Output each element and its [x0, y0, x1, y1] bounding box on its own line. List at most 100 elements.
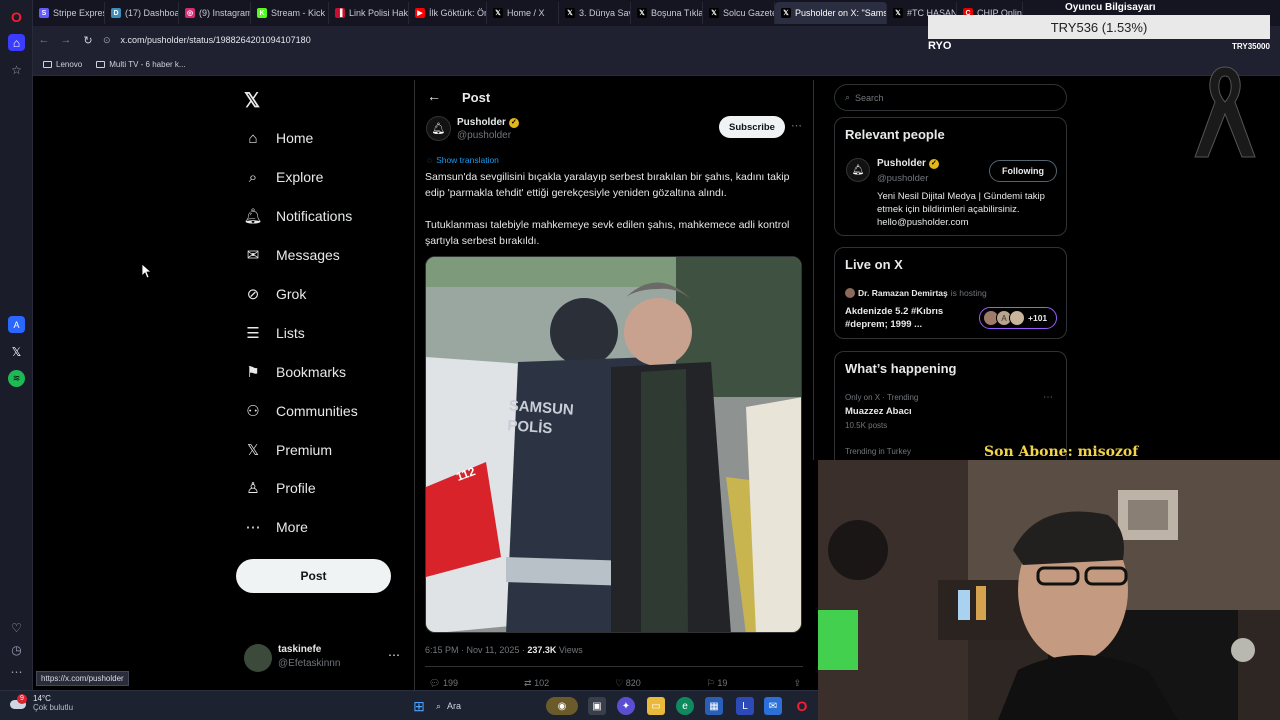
live-topic[interactable]: Akdenizde 5.2 #Kıbrıs #deprem; 1999 ...	[845, 305, 980, 331]
aria-icon[interactable]: A	[8, 316, 25, 333]
nav-label: Profile	[276, 480, 316, 496]
more-icon[interactable]: ⋯	[8, 663, 25, 680]
author-name: Pusholder	[457, 117, 506, 128]
mail-icon[interactable]: ✉	[764, 697, 782, 715]
reply-count: 199	[442, 678, 458, 688]
url-field[interactable]: x.com/pusholder/status/19882642010941071…	[121, 35, 311, 45]
search-box[interactable]: ⌕ Search	[834, 84, 1067, 111]
search-highlight-icon[interactable]: ◉	[546, 697, 578, 715]
tab-label: Stream - Kick	[271, 8, 326, 18]
like-count: 820	[625, 678, 641, 688]
trend-more-icon[interactable]: ⋯	[1043, 392, 1053, 403]
nav-bookmarks[interactable]: ⚑ Bookmarks	[244, 357, 346, 387]
app-l-icon[interactable]: L	[736, 697, 754, 715]
tab-6[interactable]: 𝕏 Home / X	[487, 2, 559, 24]
more-icon: ⋯	[245, 519, 261, 536]
tab-7[interactable]: 𝕏 3. Dünya Savaşı	[559, 2, 631, 24]
tab-4[interactable]: ▐ Link Polisi Hakk	[329, 2, 409, 24]
tab-3[interactable]: K Stream - Kick	[251, 2, 329, 24]
reload-icon[interactable]: ↻	[77, 34, 99, 47]
like-button[interactable]: ♡ 820	[615, 678, 641, 689]
page-icon	[96, 61, 106, 68]
subscribe-button[interactable]: Subscribe	[719, 116, 785, 138]
store-icon[interactable]: ▦	[705, 697, 723, 715]
live-host-row[interactable]: Dr. Ramazan Demirtaş is hosting	[845, 288, 987, 298]
tab-favicon-icon: 𝕏	[893, 8, 903, 18]
site-info-icon[interactable]: ⊙	[103, 35, 111, 46]
nav-grok[interactable]: ⊘ Grok	[244, 279, 307, 309]
windows-start-icon[interactable]: ⊞	[410, 697, 428, 715]
live-card: Live on X Dr. Ramazan Demirtaş is hostin…	[834, 247, 1067, 339]
heart-icon[interactable]: ♡	[8, 619, 25, 636]
nav-home[interactable]: ⌂ Home	[244, 123, 313, 153]
post-timestamp[interactable]: 6:15 PM · Nov 11, 2025 ·	[425, 645, 527, 655]
verified-badge-icon: ✓	[928, 158, 939, 169]
back-icon[interactable]: ←	[33, 34, 55, 46]
nav-more[interactable]: ⋯ More	[244, 512, 308, 542]
spotify-icon[interactable]: ≋	[8, 370, 25, 387]
search-label: Ara	[447, 701, 462, 711]
repost-button[interactable]: ⇄ 102	[524, 678, 549, 689]
bookmark-multitv[interactable]: Multi TV - 6 haber k...	[96, 60, 186, 69]
bell-avatar-icon[interactable]: 🔔︎	[846, 158, 870, 182]
account-switcher[interactable]: taskinefe @Efetaskinnn ⋯	[244, 642, 404, 676]
post-photo[interactable]: SAMSUN POLİS 112	[425, 256, 802, 633]
forward-icon[interactable]: →	[55, 34, 77, 46]
task-view-icon[interactable]: ▣	[588, 697, 606, 715]
nav-communities[interactable]: ⚇ Communities	[244, 396, 357, 426]
back-arrow-icon[interactable]: ←	[427, 88, 441, 104]
live-listeners[interactable]: A +101	[979, 307, 1057, 329]
copilot-icon[interactable]: ✦	[617, 697, 635, 715]
more-icon[interactable]: ⋯	[388, 648, 400, 662]
tab-favicon-icon: S	[39, 8, 49, 18]
weather-desc: Çok bulutlu	[33, 703, 74, 712]
home-icon[interactable]: ⌂	[8, 34, 25, 51]
tab-1[interactable]: D (17) Dashboard	[105, 2, 179, 24]
weather-widget[interactable]: 9 14°C Çok bulutlu	[10, 694, 73, 712]
bell-avatar-icon[interactable]: 🔔︎	[426, 116, 451, 141]
tab-8[interactable]: 𝕏 Boşuna Tıklama	[631, 2, 703, 24]
x-app-icon[interactable]: 𝕏	[8, 343, 25, 360]
translate-icon: ◌	[427, 155, 433, 165]
tab-2[interactable]: ◎ (9) Instagram	[179, 2, 251, 24]
search-icon: ⌕	[845, 92, 851, 102]
profile-icon: ♙	[246, 480, 260, 497]
nav-profile[interactable]: ♙ Profile	[244, 473, 316, 503]
star-icon[interactable]: ☆	[8, 61, 25, 78]
tab-5[interactable]: ▶ İlk Göktürk: Ön	[409, 2, 487, 24]
file-explorer-icon[interactable]: ▭	[647, 697, 665, 715]
opera-taskbar-icon[interactable]: O	[793, 697, 811, 715]
relevant-title: Relevant people	[845, 127, 945, 142]
post-button[interactable]: Post	[236, 559, 391, 593]
share-icon[interactable]: ⇪	[793, 678, 801, 689]
edge-icon[interactable]: e	[676, 697, 694, 715]
rp-name-row[interactable]: Pusholder ✓	[877, 158, 939, 169]
show-translation-link[interactable]: ◌ Show translation	[427, 155, 499, 165]
taskbar-search[interactable]: ⌕ Ara	[436, 697, 538, 715]
nav-premium[interactable]: 𝕏 Premium	[244, 435, 332, 465]
following-button[interactable]: Following	[989, 160, 1057, 182]
bookmark-count: 19	[717, 678, 728, 688]
author-name-row[interactable]: Pusholder ✓	[457, 117, 519, 128]
tab-10[interactable]: 𝕏 Pusholder on X: "Samsun	[775, 2, 887, 24]
tab-label: (17) Dashboard	[125, 8, 178, 18]
nav-notifications[interactable]: 🔔︎ Notifications	[243, 201, 352, 231]
tab-label: Link Polisi Hakk	[349, 8, 409, 18]
reply-button[interactable]: 💬︎ 199	[429, 678, 458, 689]
opera-logo-icon[interactable]: O	[8, 8, 25, 25]
tab-0[interactable]: S Stripe Express	[33, 2, 105, 24]
rp-handle: @pusholder	[877, 173, 929, 184]
tab-label: 3. Dünya Savaşı	[579, 8, 630, 18]
nav-messages[interactable]: ✉ Messages	[244, 240, 340, 270]
trend-name[interactable]: Muazzez Abacı	[845, 406, 912, 417]
post-text-2: Tutuklanması talebiyle mahkemeye sevk ed…	[425, 219, 790, 247]
more-options-icon[interactable]: ⋯	[791, 119, 802, 132]
nav-lists[interactable]: ☰ Lists	[244, 318, 305, 348]
tab-9[interactable]: 𝕏 Solcu Gazete o	[703, 2, 775, 24]
x-logo-icon[interactable]: 𝕏	[244, 88, 260, 113]
history-icon[interactable]: ◷	[8, 641, 25, 658]
bookmark-lenovo[interactable]: Lenovo	[43, 60, 82, 69]
bookmark-button[interactable]: ⚐ 19	[707, 678, 728, 689]
nav-explore[interactable]: ⌕ Explore	[244, 162, 324, 192]
ticker-small: TRY35000	[1232, 42, 1270, 51]
